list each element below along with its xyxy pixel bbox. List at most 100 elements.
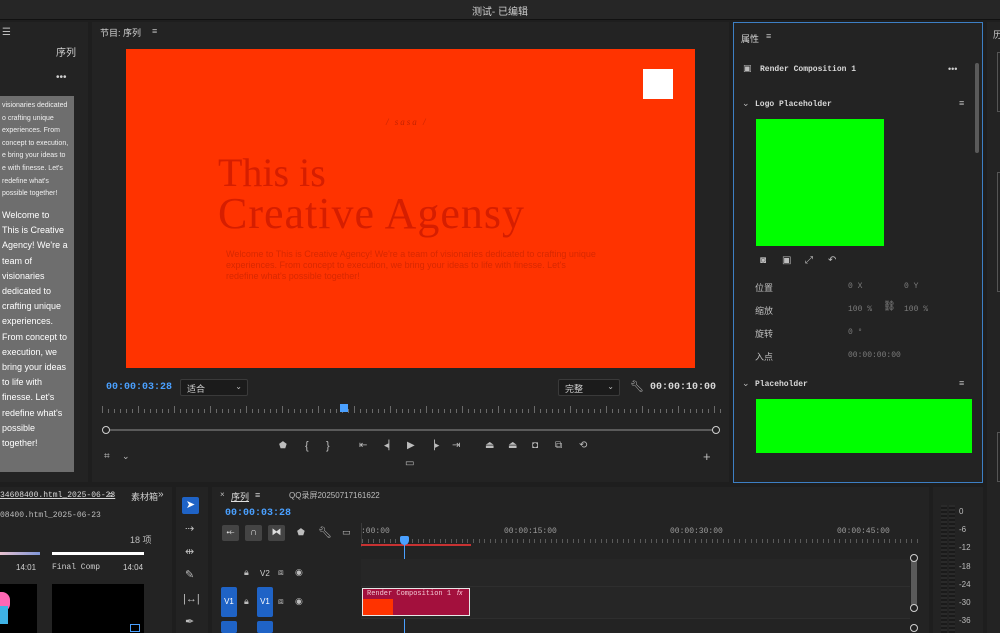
ripple-edit-icon[interactable]: ⇹ (185, 547, 194, 558)
ruler-label-45: 00:00:45:00 (837, 527, 890, 536)
chevron-down-icon[interactable]: ⌄ (742, 99, 750, 108)
property-value-2[interactable]: 0 Y (904, 282, 918, 291)
logo-placeholder-swatch[interactable] (756, 119, 884, 246)
property-value-2[interactable]: 100 % (904, 305, 928, 314)
reset-icon[interactable]: ↶ (828, 256, 836, 266)
go-to-out-icon[interactable]: ⇥ (452, 441, 460, 451)
go-to-in-icon[interactable]: ⇤ (359, 441, 367, 451)
camera-icon[interactable]: ◘ (532, 441, 538, 451)
ruler-tick (672, 409, 673, 413)
property-value-1[interactable]: 100 % (848, 305, 872, 314)
mark-out-icon[interactable]: } (326, 441, 330, 452)
quality-select[interactable]: 完整 ⌄ (558, 379, 620, 396)
section-logo-placeholder[interactable]: Logo Placeholder (755, 100, 832, 109)
timeline-ruler-tick (384, 539, 386, 543)
add-marker-icon[interactable]: ⬟ (297, 528, 305, 537)
program-ruler[interactable] (102, 406, 721, 418)
menu-icon[interactable]: ☰ (2, 28, 11, 38)
track-v2-lane[interactable] (361, 559, 910, 587)
close-icon[interactable]: × (220, 491, 225, 499)
align-icon[interactable]: ◙ (760, 256, 766, 266)
track-a1-button[interactable] (257, 621, 273, 633)
linked-selection-icon[interactable]: ⧓ (268, 525, 285, 541)
placeholder-swatch[interactable] (756, 399, 972, 453)
timeline-timecode[interactable]: 00:00:03:28 (225, 508, 291, 519)
source-patch-a1[interactable] (221, 621, 237, 633)
timeline-vscroll[interactable] (910, 554, 918, 612)
current-timecode[interactable]: 00:00:03:28 (106, 382, 172, 393)
track-v1-button[interactable]: V1 (257, 587, 273, 617)
safe-margin-icon[interactable]: ⌗ (104, 452, 110, 462)
project-file-tab[interactable]: 34608400.html_2025-06-23 (0, 491, 115, 500)
timeline-tab-2[interactable]: QQ录屏20250717161622 (289, 490, 380, 501)
properties-title[interactable]: 属性 (741, 32, 759, 45)
timeline-ruler-tick (495, 539, 497, 543)
properties-menu-icon[interactable]: ≡ (766, 32, 771, 41)
fit-frame-icon[interactable]: ⤢ (805, 256, 813, 266)
mark-in-icon[interactable]: { (305, 441, 309, 452)
timeline-playhead-head[interactable] (400, 536, 409, 545)
lock-icon[interactable]: 🔒︎ (244, 597, 249, 606)
compare-icon[interactable]: ⧉ (555, 441, 562, 451)
media-bin-tab[interactable]: 素材箱 (131, 490, 158, 503)
timeline-tab-menu[interactable]: ≡ (255, 490, 260, 500)
properties-more[interactable]: ••• (948, 64, 957, 74)
export-frame-icon[interactable]: ⟲ (579, 441, 587, 451)
expand-panels[interactable]: » (158, 489, 164, 500)
section-menu-icon[interactable]: ≡ (959, 99, 964, 108)
project-thumb-1[interactable] (0, 584, 37, 633)
properties-scrollbar[interactable] (975, 63, 979, 153)
timeline-clip[interactable]: Render Composition 1 fx (362, 588, 470, 616)
project-thumb-2[interactable] (52, 584, 144, 633)
timeline-ruler-tick (728, 539, 730, 543)
add-button-icon[interactable]: + (703, 450, 711, 463)
program-zoom-bar[interactable] (102, 426, 720, 434)
project-tab-menu[interactable]: ≡ (108, 490, 113, 500)
pen-icon[interactable]: ✒ (185, 617, 194, 628)
zoom-handle-left[interactable] (102, 426, 110, 434)
timeline-settings-icon[interactable]: 🔧︎ (318, 528, 332, 539)
chevron-down-icon[interactable]: ⌄ (742, 379, 750, 388)
property-value-1[interactable]: 0 ° (848, 328, 862, 337)
eye-icon[interactable]: ◉ (295, 597, 303, 606)
marker-icon[interactable]: ⬟ (279, 441, 287, 450)
fill-frame-icon[interactable]: ▣ (782, 256, 791, 266)
text-preview-small-line: redefine what's (2, 177, 49, 185)
work-area-bar[interactable] (361, 544, 471, 546)
razor-icon[interactable]: ✎ (185, 570, 194, 581)
extract-icon[interactable]: ⏏ (508, 441, 517, 451)
fit-select[interactable]: 适合 ⌄ (180, 379, 248, 396)
lock-icon[interactable]: 🔒︎ (244, 568, 249, 577)
link-icon[interactable]: ⛓ (883, 302, 896, 312)
step-forward-icon[interactable]: ▕▸ (428, 441, 439, 450)
program-menu-icon[interactable]: ≡ (152, 27, 157, 36)
wrench-icon[interactable]: 🔧︎ (630, 382, 644, 393)
track-select-icon[interactable]: ⇢ (185, 524, 194, 535)
eye-icon[interactable]: ◉ (295, 568, 303, 577)
section-menu-icon[interactable]: ≡ (959, 379, 964, 388)
insert-nest-icon[interactable]: ⤝ (222, 525, 239, 541)
captions-icon[interactable]: ▭ (342, 528, 351, 537)
source-patch-v1[interactable]: V1 (221, 587, 237, 617)
project-item-2-name[interactable]: Final Comp (52, 563, 100, 572)
left-more-button[interactable]: ••• (56, 72, 67, 83)
properties-panel: 属性 ≡ ▣ Render Composition 1 ••• ⌄ Logo P… (733, 22, 983, 483)
slip-icon[interactable]: |↔| (183, 594, 200, 605)
multicam-icon[interactable]: ▭ (405, 459, 414, 469)
section-placeholder[interactable]: Placeholder (755, 380, 808, 389)
sync-lock-icon[interactable]: ⧈ (278, 568, 284, 577)
chevron-down-icon[interactable]: ⌄ (122, 452, 130, 461)
fx-badge[interactable]: fx (457, 590, 462, 597)
property-value-1[interactable]: 0 X (848, 282, 862, 291)
step-back-icon[interactable]: ◂▏ (384, 441, 395, 450)
zoom-handle-right[interactable] (712, 426, 720, 434)
play-icon[interactable]: ▶ (407, 441, 415, 451)
lift-icon[interactable]: ⏏ (485, 441, 494, 451)
selection-tool-icon[interactable]: ➤ (182, 497, 199, 514)
property-value-1[interactable]: 00:00:00:00 (848, 351, 901, 360)
snap-icon[interactable]: ∩ (245, 525, 262, 541)
timeline-tab[interactable]: 序列 (231, 490, 249, 503)
program-monitor-title[interactable]: 节目: 序列 (100, 26, 141, 39)
sync-lock-icon[interactable]: ⧈ (278, 597, 284, 606)
program-playhead[interactable] (340, 404, 349, 412)
